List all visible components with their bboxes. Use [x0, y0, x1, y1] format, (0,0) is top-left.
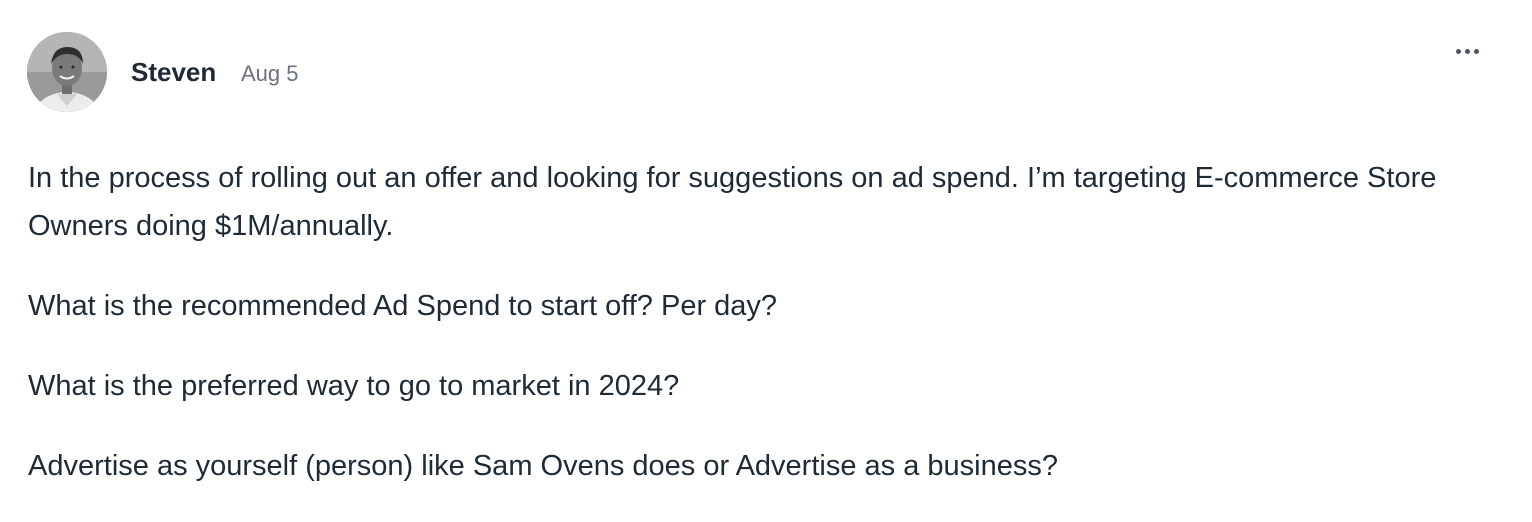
more-horizontal-icon-dot: [1464, 48, 1470, 54]
more-horizontal-icon-dot: [1473, 48, 1479, 54]
post-date[interactable]: Aug 5: [241, 60, 299, 88]
more-options-button[interactable]: [1448, 34, 1486, 68]
post-body: In the process of rolling out an offer a…: [28, 154, 1468, 522]
post-paragraph: Advertise as yourself (person) like Sam …: [28, 450, 1058, 482]
more-horizontal-icon: [1455, 48, 1461, 54]
post-paragraph: What is the recommended Ad Spend to star…: [28, 290, 778, 322]
avatar[interactable]: [27, 32, 107, 112]
avatar-image: [27, 32, 107, 112]
post-card: Steven Aug 5 In the process of rolling o…: [0, 0, 1532, 502]
post-paragraph: What is the preferred way to go to marke…: [28, 370, 680, 402]
post-paragraph: In the process of rolling out an offer a…: [28, 162, 1437, 242]
author-name[interactable]: Steven: [131, 56, 216, 88]
